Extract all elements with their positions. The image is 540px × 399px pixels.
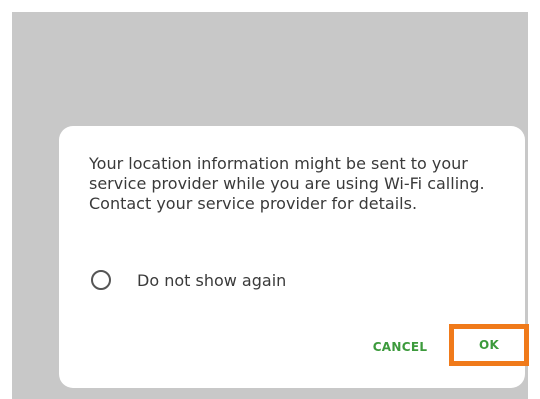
do-not-show-again-label: Do not show again	[137, 270, 287, 290]
radio-unchecked-icon[interactable]	[91, 270, 111, 290]
cancel-button[interactable]: CANCEL	[367, 336, 433, 358]
dimmed-backdrop: Your location information might be sent …	[12, 12, 529, 399]
do-not-show-again-option[interactable]: Do not show again	[91, 268, 286, 292]
wifi-calling-location-dialog: Your location information might be sent …	[59, 126, 529, 388]
dialog-message: Your location information might be sent …	[89, 154, 485, 213]
ok-button[interactable]: OK	[449, 324, 529, 366]
